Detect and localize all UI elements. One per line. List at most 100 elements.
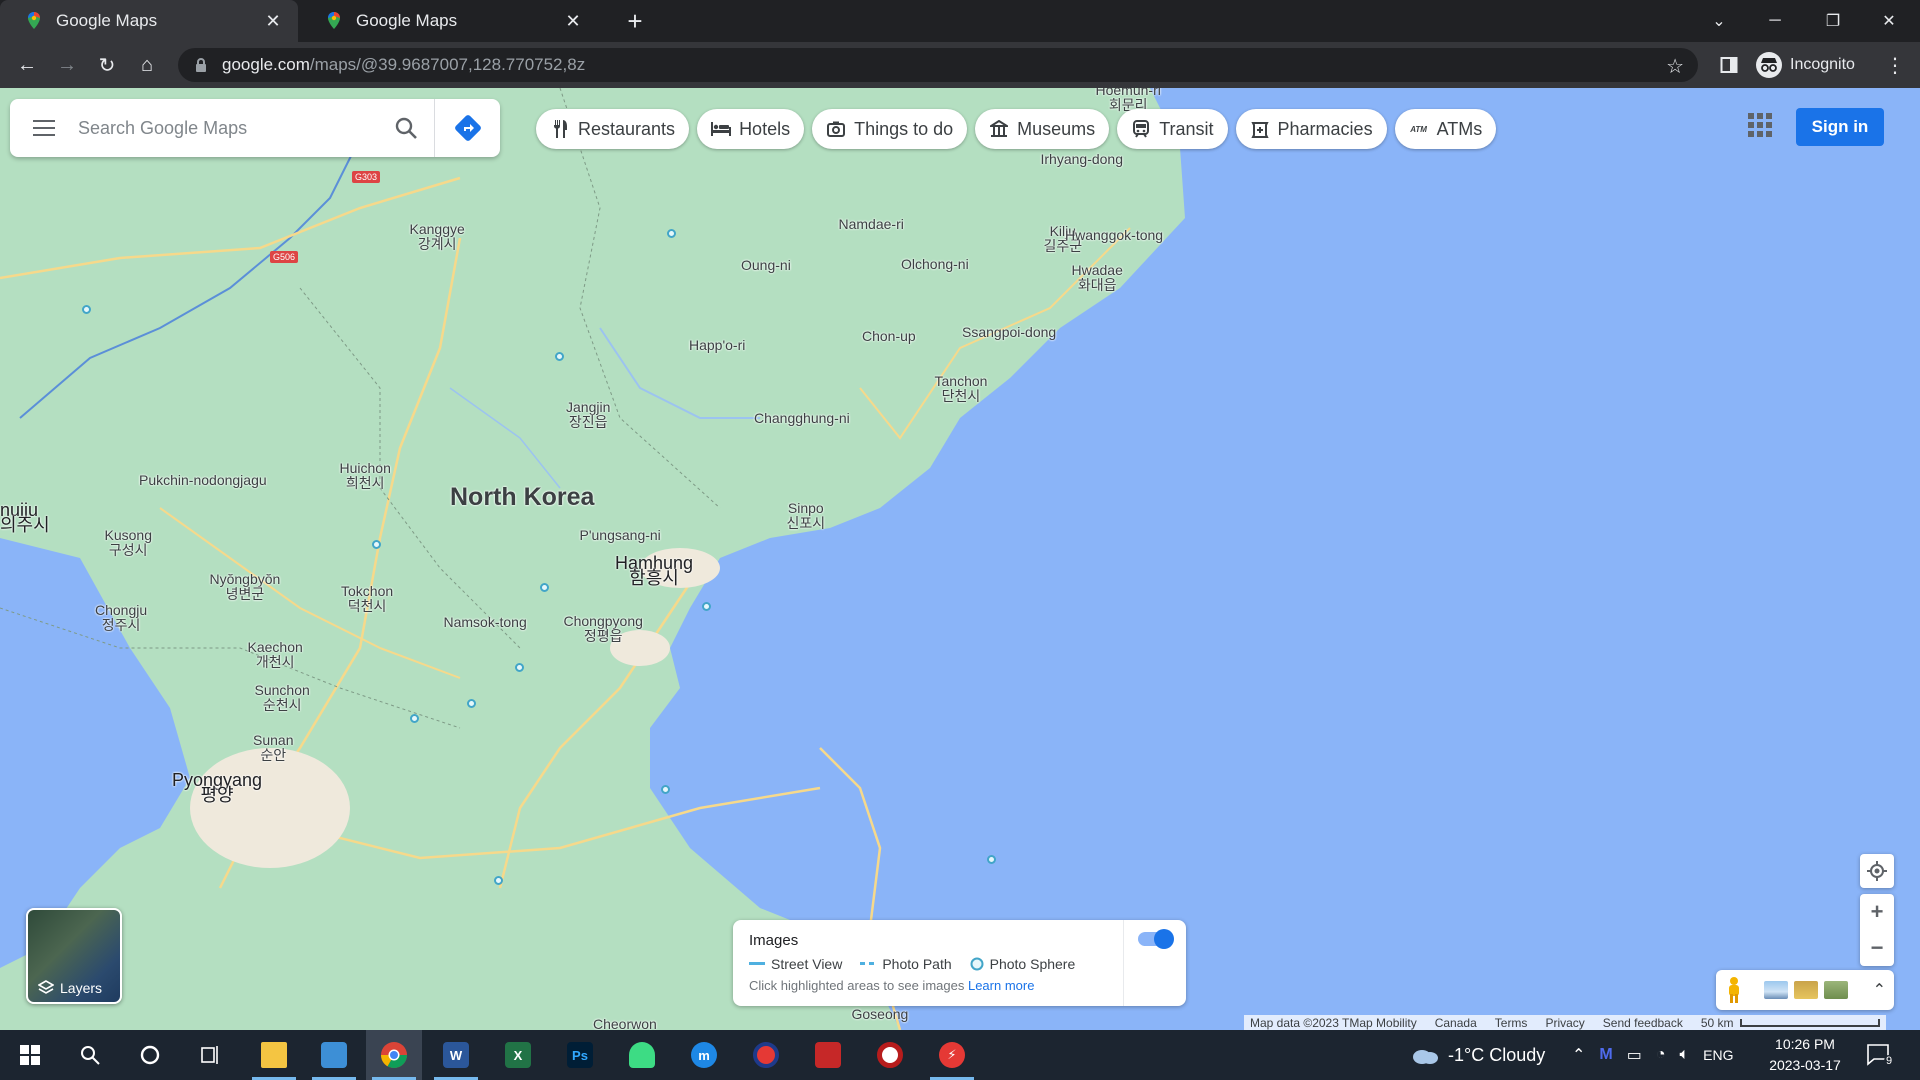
cortana-icon[interactable] (122, 1030, 178, 1080)
lock-icon[interactable] (192, 56, 210, 74)
poi-marker[interactable] (540, 583, 549, 592)
new-tab-button[interactable]: + (620, 6, 650, 36)
word-icon[interactable]: W (428, 1030, 484, 1080)
scale-bar[interactable]: 50 km (1701, 1016, 1880, 1030)
poi-marker[interactable] (515, 663, 524, 672)
my-location-icon[interactable] (1860, 854, 1894, 888)
place-pungsang[interactable]: P'ungsang-ni (580, 528, 661, 543)
place-nyongbyon[interactable]: Nyŏngbyŏn 녕변군 (210, 572, 281, 602)
images-toggle-switch[interactable] (1138, 929, 1174, 949)
place-jangjin[interactable]: Jangjin 장진읍 (566, 400, 610, 430)
terms-link[interactable]: Terms (1495, 1016, 1528, 1030)
zoom-in-button[interactable]: + (1860, 894, 1894, 930)
place-happori[interactable]: Happ'o-ri (689, 338, 745, 353)
place-irhyang[interactable]: Irhyang-dong (1041, 152, 1124, 167)
chip-museums[interactable]: Museums (975, 109, 1110, 149)
wifi-icon[interactable]: ◔ (1656, 1046, 1666, 1064)
send-feedback-link[interactable]: Send feedback (1603, 1016, 1683, 1030)
forward-arrow-icon[interactable]: → (52, 50, 82, 80)
back-arrow-icon[interactable]: ← (12, 50, 42, 80)
place-olchong[interactable]: Olchong-ni (901, 257, 969, 272)
region-link[interactable]: Canada (1435, 1016, 1477, 1030)
battery-icon[interactable]: ▭ (1627, 1045, 1642, 1065)
photoshop-icon[interactable]: Ps (552, 1030, 608, 1080)
place-pukchin[interactable]: Pukchin-nodongjagu (139, 473, 267, 488)
poi-marker[interactable] (372, 540, 381, 549)
poi-marker[interactable] (987, 855, 996, 864)
map-canvas[interactable]: G303 G506 Hoemun-ri 회문리 Irhyang-dong Kang… (0, 88, 1920, 1030)
place-sunan[interactable]: Sunan 순안 (253, 733, 293, 763)
place-huichon[interactable]: Huichon 희천시 (340, 461, 391, 491)
place-country-north-korea[interactable]: North Korea (450, 485, 594, 510)
windows-start-icon[interactable] (2, 1030, 58, 1080)
chip-restaurants[interactable]: Restaurants (536, 109, 690, 149)
tray-chevron-up-icon[interactable]: ⌃ (1572, 1045, 1585, 1065)
weather-widget[interactable]: -1°C Cloudy (1410, 1030, 1545, 1080)
taskbar-clock[interactable]: 10:26 PM 2023-03-17 (1760, 1034, 1850, 1076)
home-icon[interactable]: ⌂ (132, 50, 162, 80)
tab-close-icon[interactable]: ✕ (262, 10, 284, 32)
poi-marker[interactable] (410, 714, 419, 723)
place-chongju[interactable]: Chongju 정주시 (95, 603, 147, 633)
mu-app-icon[interactable]: m (676, 1030, 732, 1080)
street-view-thumbnail[interactable] (1824, 981, 1848, 999)
chip-transit[interactable]: Transit (1117, 109, 1228, 149)
menu-hamburger-icon[interactable] (10, 99, 78, 157)
poi-marker[interactable] (661, 785, 670, 794)
excel-icon[interactable]: X (490, 1030, 546, 1080)
chip-pharmacies[interactable]: Pharmacies (1235, 109, 1387, 149)
poi-marker[interactable] (702, 602, 711, 611)
place-chongpyong[interactable]: Chongpyong 정평읍 (564, 614, 643, 644)
learn-more-link[interactable]: Learn more (968, 978, 1034, 993)
place-goseong[interactable]: Goseong (852, 1007, 909, 1022)
place-kusong[interactable]: Kusong 구성시 (105, 528, 152, 558)
restore-button[interactable]: ❐ (1810, 0, 1856, 42)
side-panel-icon[interactable] (1714, 50, 1744, 80)
file-explorer-icon[interactable] (246, 1030, 302, 1080)
street-view-thumbnail[interactable] (1764, 981, 1788, 999)
place-cheorwon[interactable]: Cheorwon (593, 1017, 657, 1031)
place-pyongyang[interactable]: Pyongyang 평양 (172, 771, 262, 804)
language-indicator[interactable]: ENG (1703, 1047, 1733, 1063)
tray-m-app-icon[interactable]: M (1599, 1046, 1612, 1064)
incognito-profile[interactable]: Incognito (1756, 50, 1855, 80)
poi-marker[interactable] (555, 352, 564, 361)
poi-marker[interactable] (667, 229, 676, 238)
place-ssangpoi[interactable]: Ssangpoi-dong (962, 325, 1056, 340)
tab-google-maps-2[interactable]: Google Maps ✕ (300, 0, 598, 42)
search-input[interactable] (78, 117, 378, 139)
place-sinuiju[interactable]: nuiju 의주시 (0, 501, 50, 534)
disc-app-icon[interactable] (862, 1030, 918, 1080)
chip-things-to-do[interactable]: Things to do (812, 109, 968, 149)
close-window-button[interactable]: ✕ (1866, 0, 1912, 42)
chip-hotels[interactable]: Hotels (697, 109, 805, 149)
place-namdae[interactable]: Namdae-ri (839, 217, 904, 232)
reload-icon[interactable]: ↻ (92, 50, 122, 80)
taskbar-search-icon[interactable] (62, 1030, 118, 1080)
task-view-icon[interactable] (182, 1030, 238, 1080)
poi-marker[interactable] (82, 305, 91, 314)
tab-close-icon[interactable]: ✕ (562, 10, 584, 32)
expand-chevron-up-icon[interactable]: ⌃ (1873, 980, 1886, 1000)
place-hamhung[interactable]: Hamhung 함흥시 (615, 554, 693, 587)
place-sunchon[interactable]: Sunchon 순천시 (255, 683, 310, 713)
google-apps-grid-icon[interactable] (1744, 109, 1774, 139)
place-kanggye[interactable]: Kanggye 강계시 (410, 222, 465, 252)
place-hwanggok[interactable]: Hwanggok-tong (1065, 228, 1163, 243)
chrome-icon[interactable] (366, 1030, 422, 1080)
pegman-icon[interactable] (1724, 976, 1744, 1004)
place-hwadae[interactable]: Hwadae 화대읍 (1072, 263, 1123, 293)
street-view-thumbnail[interactable] (1794, 981, 1818, 999)
zoom-out-button[interactable]: − (1860, 930, 1894, 966)
minimize-button[interactable]: ─ (1752, 0, 1798, 42)
directions-icon[interactable] (434, 99, 500, 157)
place-oung[interactable]: Oung-ni (741, 258, 791, 273)
poi-marker[interactable] (467, 699, 476, 708)
place-tanchon[interactable]: Tanchon 단천시 (935, 374, 988, 404)
search-icon[interactable] (378, 99, 434, 157)
volume-icon[interactable]: 🔈︎ (1680, 1046, 1690, 1064)
red-app-icon[interactable] (800, 1030, 856, 1080)
place-chonup[interactable]: Chon-up (862, 329, 916, 344)
tab-search-chevron-icon[interactable]: ⌄ (1696, 0, 1742, 42)
place-kaechon[interactable]: Kaechon 개천시 (248, 640, 303, 670)
